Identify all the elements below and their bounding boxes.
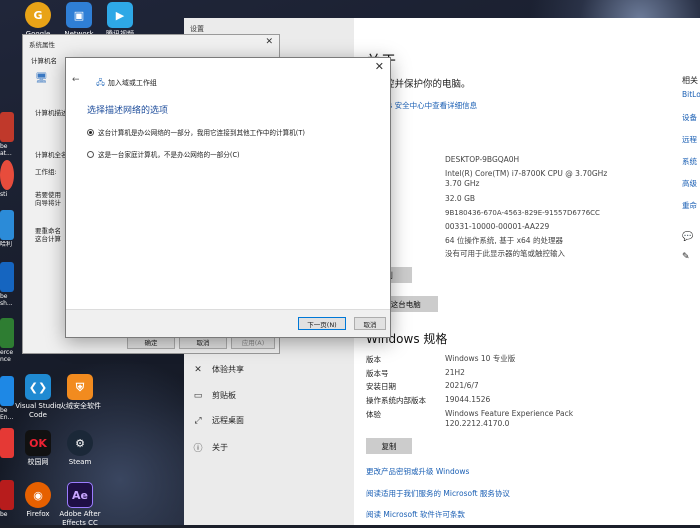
nav-item-shared-experiences[interactable]: ✕ 体验共享 xyxy=(192,364,244,375)
ae-icon: Ae xyxy=(67,482,93,508)
related-link-bitlocker[interactable]: BitLo xyxy=(682,90,700,99)
spec-label: 体验 xyxy=(366,410,381,419)
spec-device-id: 9B180436-670A-4563-829E-91557D6776CC xyxy=(445,209,600,217)
spec-device-name: DESKTOP-9BGQA0H xyxy=(445,155,520,164)
spec-version: 21H2 xyxy=(445,368,465,377)
license-terms-link[interactable]: 阅读 Microsoft 软件许可条款 xyxy=(366,509,465,520)
desktop-icon-huorong[interactable]: ⛨ 火绒安全软件 xyxy=(56,374,104,411)
mouse-cursor-icon xyxy=(304,289,309,299)
cancel-button[interactable]: 取消 xyxy=(354,317,386,330)
radio-selected xyxy=(87,128,94,136)
nav-item-remote-desktop[interactable]: ⤢ 远程桌面 xyxy=(192,415,244,426)
related-link-device-manager[interactable]: 设备 xyxy=(682,112,697,123)
network-id-hint: 若要使用向导将计算机加入域或工作组，请单击"网络 ID"。 xyxy=(35,191,61,207)
edge-app-icon[interactable] xyxy=(0,428,14,458)
radio-home-computer[interactable]: 这是一台家庭计算机，不是办公网络的一部分(C) xyxy=(87,149,240,159)
related-link-advanced[interactable]: 高级 xyxy=(682,178,697,189)
vscode-icon: ❮❯ xyxy=(25,374,51,400)
spec-ram: 32.0 GB xyxy=(445,194,476,203)
wizard-footer: 下一页(N) 取消 xyxy=(66,309,390,337)
network-icon: ▣ xyxy=(66,2,92,28)
shield-icon: ⛨ xyxy=(67,374,93,400)
edge-app-icon[interactable] xyxy=(0,376,14,406)
desktop-icon-firefox[interactable]: ◉ Firefox xyxy=(14,482,62,519)
edge-app-icon[interactable] xyxy=(0,318,14,348)
info-icon: ⓘ xyxy=(193,444,203,454)
remote-desktop-icon: ⤢ xyxy=(194,415,202,426)
spec-system-type: 64 位操作系统, 基于 x64 的处理器 xyxy=(445,236,563,245)
share-icon: ✕ xyxy=(194,364,202,375)
desktop-icon-steam[interactable]: ⚙ Steam xyxy=(56,430,104,467)
tab-computer-name[interactable]: 计算机名 xyxy=(31,57,57,65)
edge-app-icon[interactable] xyxy=(0,262,14,292)
network-app-icon: OK xyxy=(25,430,51,456)
copy-windows-specs-button[interactable]: 复制 xyxy=(366,438,412,454)
spec-label: 版本 xyxy=(366,355,381,364)
desktop-icon-after-effects[interactable]: Ae Adobe After Effects CC xyxy=(56,482,104,528)
nav-item-clipboard[interactable]: ▭ 剪贴板 xyxy=(192,390,236,401)
clipboard-icon: ▭ xyxy=(193,390,203,401)
nav-item-about[interactable]: ⓘ 关于 xyxy=(192,441,228,454)
wizard-heading: 选择描述网络的选项 xyxy=(87,106,169,116)
spec-processor: Intel(R) Core(TM) i7-8700K CPU @ 3.70GHz… xyxy=(445,169,608,188)
spec-os-build: 19044.1526 xyxy=(445,395,491,404)
rename-hint: 要重命名这台计算机，请单击"更改"。 xyxy=(35,227,61,243)
spec-product-id: 00331-10000-00001-AA229 xyxy=(445,222,550,231)
computer-description-label: 计算机描述 xyxy=(35,109,68,117)
spec-label: 操作系统内部版本 xyxy=(366,396,426,405)
desktop-icon-vscode[interactable]: ❮❯ Visual Studio Code xyxy=(14,374,62,420)
edge-app-icon[interactable] xyxy=(0,480,14,510)
service-agreement-link[interactable]: 阅读适用于我们服务的 Microsoft 服务协议 xyxy=(366,488,510,499)
join-workgroup-wizard: ✕ ← 🖧 加入域或工作组 选择描述网络的选项 这台计算机是办公网络的一部分，我用… xyxy=(65,57,391,338)
related-link-rename[interactable]: 重命 xyxy=(682,200,697,211)
full-computer-name-label: 计算机全名 xyxy=(35,151,68,159)
spec-label: 版本号 xyxy=(366,369,389,378)
steam-icon: ⚙ xyxy=(67,430,93,456)
close-icon[interactable]: ✕ xyxy=(265,37,273,47)
change-product-key-link[interactable]: 更改产品密钥或升级 Windows xyxy=(366,466,469,477)
wizard-title: 🖧 加入域或工作组 xyxy=(96,78,157,87)
spec-experience: Windows Feature Experience Pack 120.2212… xyxy=(445,409,574,428)
spec-edition: Windows 10 专业版 xyxy=(445,354,516,363)
computer-icon: 🖥 xyxy=(35,73,48,84)
back-arrow-icon[interactable]: ← xyxy=(72,75,80,85)
spec-label: 安装日期 xyxy=(366,382,396,391)
firefox-icon: ◉ xyxy=(25,482,51,508)
spec-install-date: 2021/6/7 xyxy=(445,381,479,390)
radio-unselected xyxy=(87,150,94,158)
edge-app-icon[interactable] xyxy=(0,210,14,240)
edge-app-icon[interactable] xyxy=(0,112,14,142)
chrome-icon: G xyxy=(25,2,51,28)
settings-window-title: 设置 xyxy=(190,25,204,33)
related-link-remote[interactable]: 远程 xyxy=(682,134,697,145)
sysprops-title: 系统属性 xyxy=(29,41,55,49)
workgroup-label: 工作组: xyxy=(35,168,57,176)
close-icon[interactable]: ✕ xyxy=(375,60,384,73)
chat-icon[interactable]: 💬 xyxy=(682,232,693,242)
network-computer-icon: 🖧 xyxy=(96,78,105,87)
related-settings-heading: 相关 xyxy=(682,76,698,85)
video-play-icon: ▶ xyxy=(107,2,133,28)
desktop-icon-campus-net[interactable]: OK 校园网 xyxy=(14,430,62,467)
edge-app-icon[interactable] xyxy=(0,160,14,190)
next-button[interactable]: 下一页(N) xyxy=(298,317,346,330)
feedback-icon[interactable]: ✎ xyxy=(682,252,690,262)
settings-content: 关于 在监控并保护你的电脑。 indows 安全中心中查看详细信息 规格 称 D… xyxy=(354,18,700,525)
radio-office-network[interactable]: 这台计算机是办公网络的一部分，我用它连接到其他工作中的计算机(T) xyxy=(87,127,305,137)
spec-pen-touch: 没有可用于此显示器的笔或触控输入 xyxy=(445,249,565,258)
related-link-system-protection[interactable]: 系统 xyxy=(682,156,697,167)
